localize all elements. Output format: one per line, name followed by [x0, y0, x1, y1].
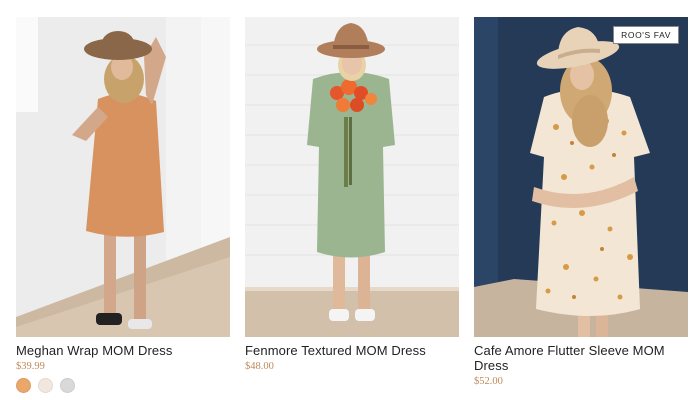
product-photo — [245, 17, 459, 337]
product-price: $48.00 — [245, 361, 274, 372]
product-price: $39.99 — [16, 361, 45, 372]
color-swatches — [16, 378, 230, 393]
product-name[interactable]: Fenmore Textured MOM Dress — [245, 343, 459, 358]
product-card[interactable]: Fenmore Textured MOM Dress $48.00 — [245, 17, 459, 372]
product-image[interactable] — [245, 17, 459, 337]
product-name[interactable]: Cafe Amore Flutter Sleeve MOM Dress — [474, 343, 688, 373]
product-card[interactable]: ROO'S FAV Cafe Amore Flutter Sleeve MOM … — [474, 17, 688, 387]
product-image[interactable]: ROO'S FAV — [474, 17, 688, 337]
color-swatch-orange[interactable] — [16, 378, 31, 393]
favorite-badge: ROO'S FAV — [613, 26, 679, 44]
product-name[interactable]: Meghan Wrap MOM Dress — [16, 343, 230, 358]
product-card[interactable]: Meghan Wrap MOM Dress $39.99 — [16, 17, 230, 393]
product-price: $52.00 — [474, 376, 503, 387]
product-photo — [16, 17, 230, 337]
color-swatch-cream[interactable] — [38, 378, 53, 393]
product-photo — [474, 17, 688, 337]
product-image[interactable] — [16, 17, 230, 337]
color-swatch-gray[interactable] — [60, 378, 75, 393]
